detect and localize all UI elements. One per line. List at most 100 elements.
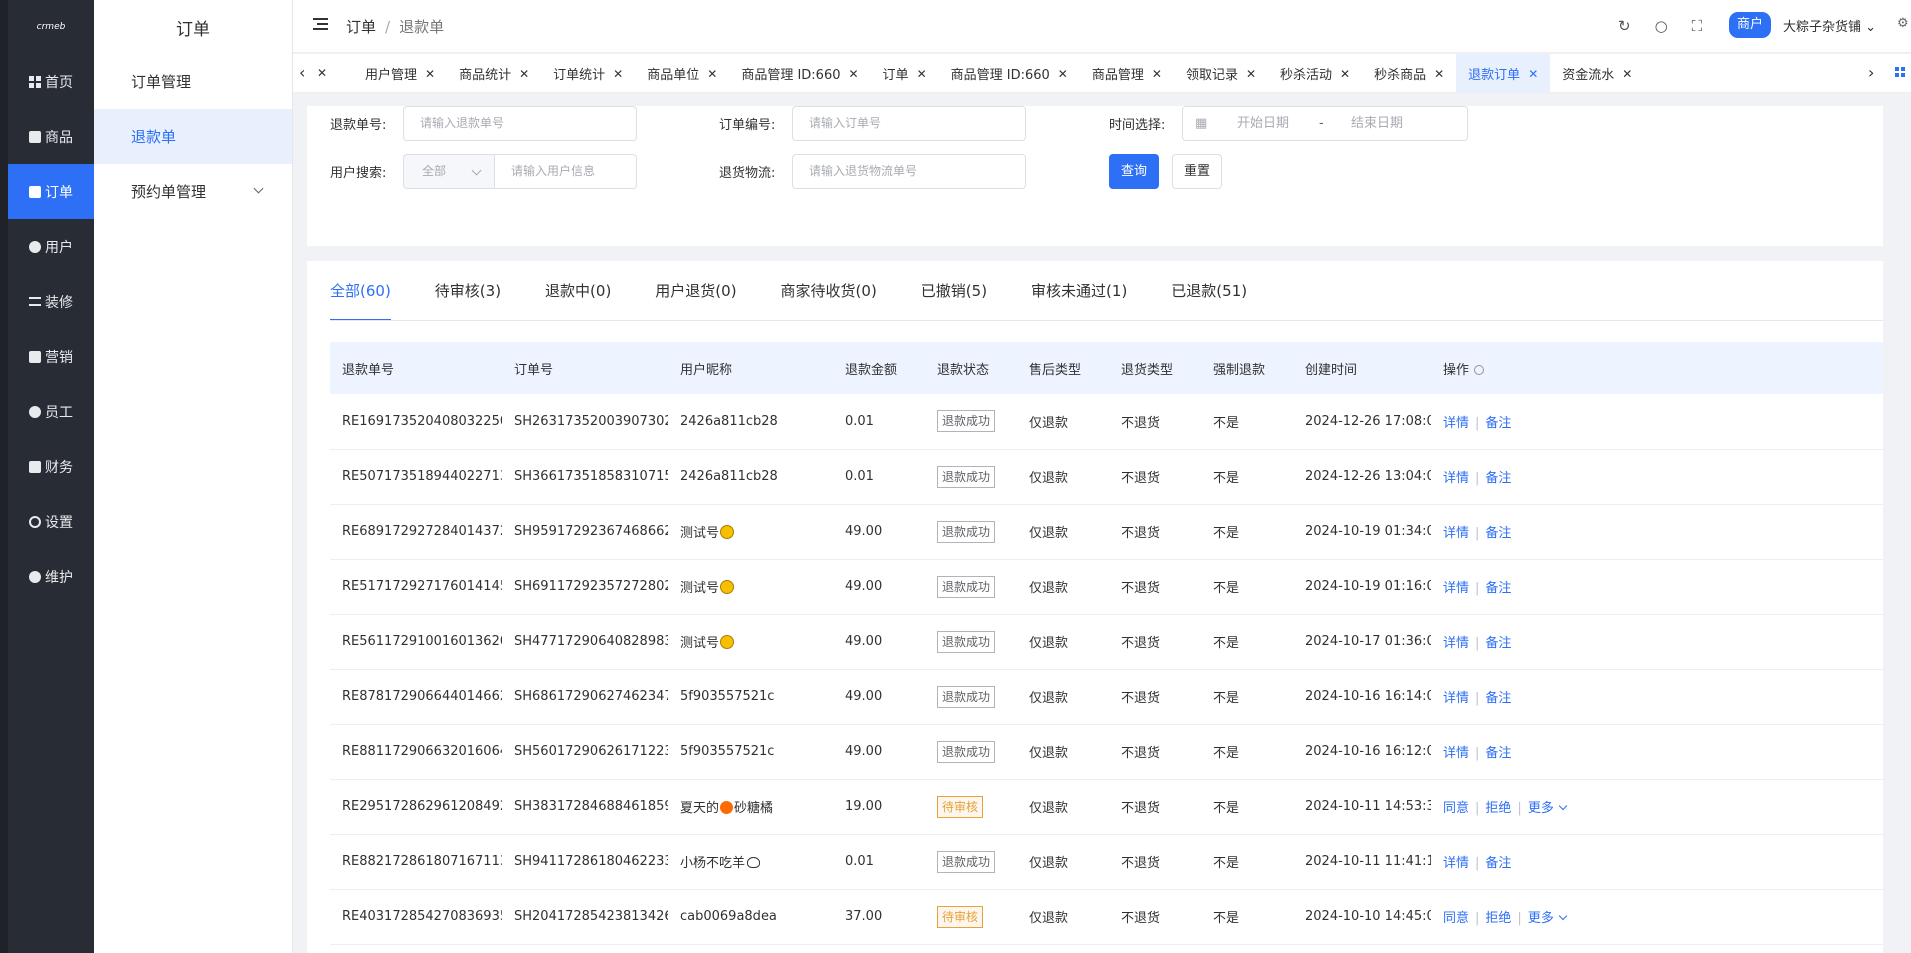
close-icon[interactable]: ✕ xyxy=(1434,67,1444,81)
tab-item[interactable]: 商品统计 ✕ xyxy=(447,54,541,93)
reject-link[interactable]: 拒绝 xyxy=(1485,911,1511,926)
more-dropdown[interactable]: 更多 xyxy=(1528,911,1554,926)
user-info-input[interactable]: 请输入用户信息 xyxy=(494,154,637,189)
nav-marketing[interactable]: 营销 xyxy=(8,329,94,384)
submenu-order-manage[interactable]: 订单管理 xyxy=(94,54,292,109)
query-button[interactable]: 查询 xyxy=(1109,154,1159,189)
tabs-menu-icon[interactable] xyxy=(1895,67,1906,78)
nav-settings[interactable]: 设置 xyxy=(8,494,94,549)
detail-link[interactable]: 详情 xyxy=(1443,746,1469,761)
remark-link[interactable]: 备注 xyxy=(1485,526,1511,541)
logistics-input[interactable]: 请输入退货物流单号 xyxy=(792,154,1026,189)
close-icon[interactable]: ✕ xyxy=(1622,67,1632,81)
nav-finance[interactable]: 财务 xyxy=(8,439,94,494)
order-no-cell: SH366173518583107152104 xyxy=(502,449,668,505)
approve-link[interactable]: 同意 xyxy=(1443,801,1469,816)
detail-link[interactable]: 详情 xyxy=(1443,636,1469,651)
reset-button[interactable]: 重置 xyxy=(1172,154,1222,189)
close-icon[interactable]: ✕ xyxy=(848,67,858,81)
menu-toggle-icon[interactable] xyxy=(313,18,328,30)
close-icon[interactable]: ✕ xyxy=(317,66,327,80)
tabs-scroll-right-icon[interactable]: › xyxy=(1868,63,1874,82)
merchant-button[interactable]: 商户 xyxy=(1729,12,1772,38)
reject-link[interactable]: 拒绝 xyxy=(1485,801,1511,816)
user-scope-select[interactable]: 全部 xyxy=(403,154,495,189)
close-icon[interactable]: ✕ xyxy=(519,67,529,81)
refund-no-cell: RE507173518944022713654 xyxy=(330,449,502,505)
end-date[interactable]: 结束日期 xyxy=(1351,107,1403,140)
tab-item[interactable]: 领取记录 ✕ xyxy=(1174,54,1268,93)
status-tab[interactable]: 已退款(51) xyxy=(1171,281,1247,321)
detail-link[interactable]: 详情 xyxy=(1443,581,1469,596)
detail-link[interactable]: 详情 xyxy=(1443,471,1469,486)
close-icon[interactable]: ✕ xyxy=(1152,67,1162,81)
remark-link[interactable]: 备注 xyxy=(1485,581,1511,596)
status-tab[interactable]: 退款中(0) xyxy=(545,281,611,321)
nav-maintain[interactable]: 维护 xyxy=(8,549,94,604)
tab-item[interactable]: 商品管理 ID:660 ✕ xyxy=(729,54,870,93)
close-icon[interactable]: ✕ xyxy=(917,67,927,81)
remark-link[interactable]: 备注 xyxy=(1485,416,1511,431)
order-no-input[interactable]: 请输入订单号 xyxy=(792,106,1026,141)
close-icon[interactable]: ✕ xyxy=(1528,67,1538,81)
tab-item[interactable]: 退款订单 ✕ xyxy=(1456,54,1551,93)
close-icon[interactable]: ✕ xyxy=(425,67,435,81)
chevron-down-icon xyxy=(253,183,264,194)
tab-item[interactable]: 订单 ✕ xyxy=(871,54,939,93)
logo[interactable]: crmeb xyxy=(8,0,94,54)
nav-product[interactable]: 商品 xyxy=(8,109,94,164)
status-tab[interactable]: 待审核(3) xyxy=(435,281,501,321)
remark-link[interactable]: 备注 xyxy=(1485,471,1511,486)
submenu-reservation[interactable]: 预约单管理 xyxy=(94,164,292,219)
nav-label: 装修 xyxy=(45,294,73,311)
start-date[interactable]: 开始日期 xyxy=(1237,107,1289,140)
settings-gear-icon[interactable]: ⚙ xyxy=(1897,16,1909,31)
remark-link[interactable]: 备注 xyxy=(1485,856,1511,871)
nav-user[interactable]: 用户 xyxy=(8,219,94,274)
status-tab[interactable]: 已撤销(5) xyxy=(921,281,987,321)
fullscreen-icon[interactable]: ⛶ xyxy=(1692,17,1703,35)
close-icon[interactable]: ✕ xyxy=(1246,67,1256,81)
date-range-picker[interactable]: ▦ 开始日期 - 结束日期 xyxy=(1182,106,1468,141)
status-tab[interactable]: 全部(60) xyxy=(330,281,391,321)
status-tab[interactable]: 用户退货(0) xyxy=(655,281,736,321)
refresh-icon[interactable]: ↻ xyxy=(1618,17,1631,35)
nav-decorate[interactable]: 装修 xyxy=(8,274,94,329)
tab-item[interactable]: 商品管理 ID:660 ✕ xyxy=(939,54,1080,93)
close-icon[interactable]: ✕ xyxy=(1058,67,1068,81)
detail-link[interactable]: 详情 xyxy=(1443,691,1469,706)
status-tab[interactable]: 商家待收货(0) xyxy=(781,281,877,321)
remark-link[interactable]: 备注 xyxy=(1485,636,1511,651)
refund-no-input[interactable]: 请输入退款单号 xyxy=(403,106,637,141)
breadcrumb-root[interactable]: 订单 xyxy=(346,18,376,36)
tab-item[interactable]: 资金流水 ✕ xyxy=(1550,54,1644,93)
tab-item[interactable]: 用户管理 ✕ xyxy=(353,54,447,93)
search-icon[interactable]: ○ xyxy=(1655,17,1668,35)
tabs-scroll-left-icon[interactable]: ‹ xyxy=(299,63,305,82)
tab-item[interactable]: 订单统计 ✕ xyxy=(541,54,635,93)
detail-link[interactable]: 详情 xyxy=(1443,526,1469,541)
more-dropdown[interactable]: 更多 xyxy=(1528,801,1554,816)
tab-item[interactable]: 商品管理 ✕ xyxy=(1080,54,1174,93)
submenu-refund[interactable]: 退款单 xyxy=(94,109,292,164)
actions-cell: 详情 | 备注 xyxy=(1431,834,1883,890)
nav-home[interactable]: 首页 xyxy=(8,54,94,109)
remark-link[interactable]: 备注 xyxy=(1485,746,1511,761)
shop-name-dropdown[interactable]: 大粽子杂货铺 ⌄ xyxy=(1783,16,1876,35)
forced-refund-cell-text: 不是 xyxy=(1213,471,1240,486)
tab-item[interactable]: 秒杀商品 ✕ xyxy=(1362,54,1456,93)
nav-order[interactable]: 订单 xyxy=(8,164,94,219)
close-icon[interactable]: ✕ xyxy=(1340,67,1350,81)
close-icon[interactable]: ✕ xyxy=(707,67,717,81)
close-icon[interactable]: ✕ xyxy=(613,67,623,81)
gear-icon[interactable] xyxy=(1474,364,1485,375)
nav-staff[interactable]: 员工 xyxy=(8,384,94,439)
remark-link[interactable]: 备注 xyxy=(1485,691,1511,706)
status-tab[interactable]: 审核未通过(1) xyxy=(1031,281,1127,321)
detail-link[interactable]: 详情 xyxy=(1443,416,1469,431)
tab-item[interactable]: 商品单位 ✕ xyxy=(635,54,729,93)
top-header: 订单 / 退款单 ↻ ○ ⛶ 商户 大粽子杂货铺 ⌄ ⚙ xyxy=(293,0,1911,53)
detail-link[interactable]: 详情 xyxy=(1443,856,1469,871)
tab-item[interactable]: 秒杀活动 ✕ xyxy=(1268,54,1362,93)
approve-link[interactable]: 同意 xyxy=(1443,911,1469,926)
